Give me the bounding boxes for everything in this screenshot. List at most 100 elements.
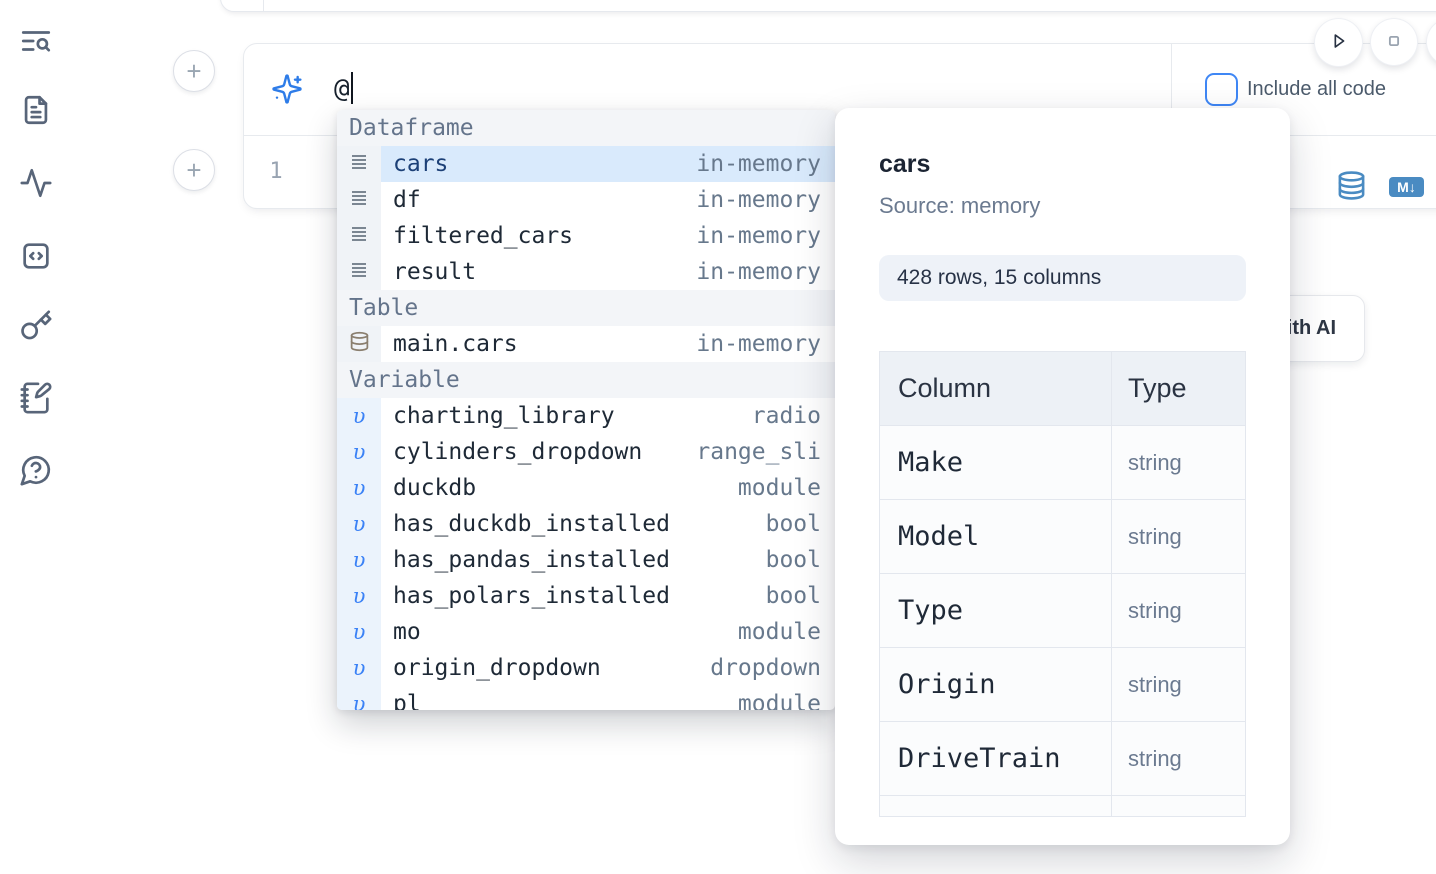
schema-header-row: Column Type xyxy=(880,352,1245,425)
stop-icon xyxy=(1383,30,1405,55)
autocomplete-item-df[interactable]: df in-memory xyxy=(337,182,835,218)
panel-source: Source: memory xyxy=(879,193,1246,219)
column-type: string xyxy=(1128,746,1182,772)
column-type: string xyxy=(1128,672,1182,698)
variable-icon: υ xyxy=(353,620,366,644)
item-type: range_sli xyxy=(686,439,821,465)
item-type: bool xyxy=(756,547,821,573)
item-type: module xyxy=(728,475,821,501)
item-name: duckdb xyxy=(393,475,476,501)
item-type: radio xyxy=(742,403,821,429)
schema-header-column: Column xyxy=(898,373,991,404)
column-name: DriveTrain xyxy=(898,743,1061,774)
schema-row: Type string xyxy=(880,573,1245,647)
item-name: df xyxy=(393,187,421,213)
variable-icon: υ xyxy=(353,512,366,536)
activity-icon xyxy=(19,166,53,203)
item-name: charting_library xyxy=(393,403,615,429)
schema-row: Origin string xyxy=(880,647,1245,721)
variable-icon: υ xyxy=(353,584,366,608)
autocomplete-item-duckdb[interactable]: υ duckdb module xyxy=(337,470,835,506)
column-name: Origin xyxy=(898,669,996,700)
autocomplete-item-has_polars_installed[interactable]: υ has_polars_installed bool xyxy=(337,578,835,614)
item-type: module xyxy=(728,619,821,645)
shape-badge: 428 rows, 15 columns xyxy=(879,255,1246,301)
autocomplete-popup: Dataframecarsin-memorydfin-memoryfiltere… xyxy=(337,110,835,710)
markdown-convert-button[interactable]: M↓ xyxy=(1389,177,1424,197)
autocomplete-item-filtered_cars[interactable]: filtered_cars in-memory xyxy=(337,218,835,254)
sidebar-item-help-circle[interactable] xyxy=(16,451,56,491)
file-text-icon xyxy=(19,93,53,130)
autocomplete-item-origin_dropdown[interactable]: υ origin_dropdown dropdown xyxy=(337,650,835,686)
previous-cell-divider xyxy=(263,0,264,11)
schema-row: Make string xyxy=(880,425,1245,499)
item-type: bool xyxy=(756,511,821,537)
item-type: in-memory xyxy=(686,259,821,285)
autocomplete-section-header: Variable xyxy=(337,362,835,398)
sparkles-icon xyxy=(271,73,303,105)
column-name: Type xyxy=(898,595,963,626)
item-name: has_polars_installed xyxy=(393,583,670,609)
item-name: filtered_cars xyxy=(393,223,573,249)
variable-icon: υ xyxy=(353,440,366,464)
item-type: bool xyxy=(756,583,821,609)
key-icon xyxy=(19,309,53,346)
item-name: cars xyxy=(393,151,448,177)
autocomplete-item-has_duckdb_installed[interactable]: υ has_duckdb_installed bool xyxy=(337,506,835,542)
datasource-icon[interactable] xyxy=(1336,170,1367,201)
autocomplete-item-charting_library[interactable]: υ charting_library radio xyxy=(337,398,835,434)
variable-icon: υ xyxy=(353,476,366,500)
item-name: has_duckdb_installed xyxy=(393,511,670,537)
autocomplete-item-mo[interactable]: υ mo module xyxy=(337,614,835,650)
variable-icon: υ xyxy=(353,656,366,680)
item-type: in-memory xyxy=(686,187,821,213)
dataframe-icon xyxy=(349,151,369,178)
add-cell-button-bottom[interactable]: + xyxy=(173,149,215,191)
schema-row xyxy=(880,795,1245,817)
item-type: in-memory xyxy=(686,223,821,249)
dataframe-icon xyxy=(349,259,369,286)
autocomplete-section-header: Table xyxy=(337,290,835,326)
add-cell-button-top[interactable]: + xyxy=(173,50,215,92)
table-database-icon xyxy=(349,331,370,357)
autocomplete-item-result[interactable]: resultin-memory xyxy=(337,254,835,290)
sidebar-item-file-text[interactable] xyxy=(16,91,56,131)
column-type: string xyxy=(1128,450,1182,476)
play-icon xyxy=(1328,30,1350,55)
stop-button[interactable] xyxy=(1371,19,1417,65)
variable-icon: υ xyxy=(353,692,366,710)
panel-title: cars xyxy=(879,150,1246,179)
include-all-code-checkbox[interactable] xyxy=(1205,73,1238,106)
column-name: Model xyxy=(898,521,979,552)
autocomplete-item-cylinders_dropdown[interactable]: υ cylinders_dropdown range_sli xyxy=(337,434,835,470)
prompt-value: @ xyxy=(334,74,350,104)
autocomplete-item-main.cars[interactable]: main.carsin-memory xyxy=(337,326,835,362)
column-name: Make xyxy=(898,447,963,478)
sidebar-item-code-square[interactable] xyxy=(16,237,56,277)
sidebar-item-notebook-pen[interactable] xyxy=(16,379,56,419)
dataframe-preview-panel: cars Source: memory 428 rows, 15 columns… xyxy=(835,108,1290,845)
autocomplete-section-header: Dataframe xyxy=(337,110,835,146)
item-name: cylinders_dropdown xyxy=(393,439,642,465)
autocomplete-item-pl[interactable]: υplmodule xyxy=(337,686,835,710)
sidebar-item-key[interactable] xyxy=(16,307,56,347)
text-search-icon xyxy=(19,24,53,61)
variable-icon: υ xyxy=(353,404,366,428)
column-type: string xyxy=(1128,598,1182,624)
run-cell-button[interactable] xyxy=(1315,19,1362,66)
item-name: origin_dropdown xyxy=(393,655,601,681)
previous-cell-bottom xyxy=(220,0,1436,12)
autocomplete-item-cars[interactable]: carsin-memory xyxy=(337,146,835,182)
autocomplete-item-has_pandas_installed[interactable]: υhas_pandas_installedbool xyxy=(337,542,835,578)
item-type: dropdown xyxy=(700,655,821,681)
sidebar-item-activity[interactable] xyxy=(16,164,56,204)
item-name: pl xyxy=(393,691,421,710)
variable-icon: υ xyxy=(353,548,366,572)
dataframe-icon xyxy=(349,187,369,214)
dataframe-icon xyxy=(349,223,369,250)
text-cursor xyxy=(351,72,353,104)
code-square-icon xyxy=(19,239,53,276)
column-type: string xyxy=(1128,524,1182,550)
sidebar-item-text-search[interactable] xyxy=(16,22,56,62)
item-name: mo xyxy=(393,619,421,645)
